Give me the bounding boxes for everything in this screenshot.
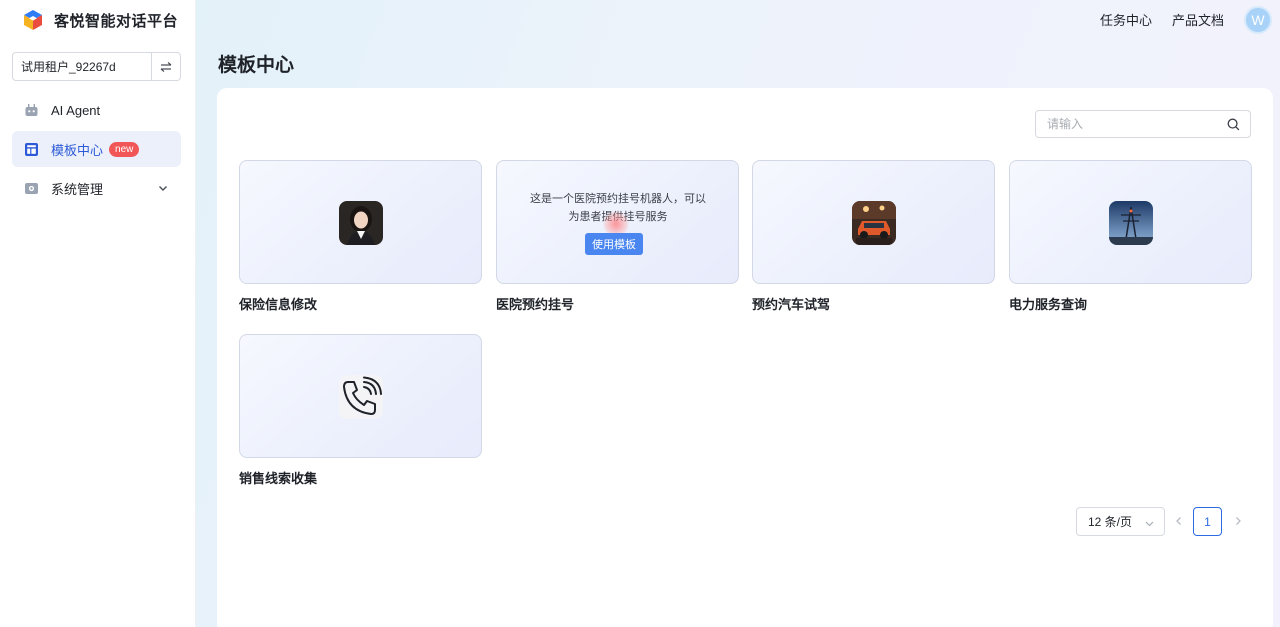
chevron-down-icon[interactable] [157,182,169,194]
template-label[interactable]: 预约汽车试驾 [752,294,830,313]
sidebar-item-label: 系统管理 [51,181,104,197]
template-grid-icon [24,142,39,157]
template-card-sales-leads[interactable] [239,334,482,458]
template-card-power-service[interactable] [1009,160,1252,284]
phone-call-icon [339,375,383,419]
sidebar-item-system-management[interactable]: 系统管理 [12,170,181,206]
sidebar-item-template-center[interactable]: 模板中心 new [12,131,181,167]
page-size-select[interactable]: 12 条/页 [1076,507,1165,536]
template-label[interactable]: 销售线索收集 [239,468,317,487]
next-page-icon[interactable] [1232,515,1244,527]
page-title: 模板中心 [218,55,295,76]
robot-icon [24,103,39,118]
template-card-hospital[interactable]: 这是一个医院预约挂号机器人，可以为患者提供挂号服务 使用模板 [496,160,739,284]
brand[interactable]: 客悦智能对话平台 [22,8,178,32]
search-box[interactable] [1035,110,1251,138]
sidebar-item-label: AI Agent [51,102,101,118]
search-icon[interactable] [1227,118,1240,131]
settings-icon [24,181,39,196]
prev-page-icon[interactable] [1173,515,1185,527]
app-title: 客悦智能对话平台 [54,12,179,30]
new-badge: new [109,141,140,157]
tenant-name: 试用租户_92267d [21,60,116,74]
page-size-value: 12 条/页 [1088,515,1133,529]
sidebar-item-ai-agent[interactable]: AI Agent [12,92,181,128]
page-number-current[interactable]: 1 [1193,507,1222,536]
orange-car-photo [852,201,896,245]
sidebar: 客悦智能对话平台 试用租户_92267d AI Agent 模板中心 new 系… [0,0,196,627]
template-card-car-test-drive[interactable] [752,160,995,284]
female-agent-avatar [339,201,383,245]
power-tower-photo [1109,201,1153,245]
brand-logo-icon [24,10,42,30]
sidebar-item-label: 模板中心 [51,142,104,158]
swap-icon[interactable] [151,53,180,80]
template-label[interactable]: 保险信息修改 [239,294,317,313]
template-label[interactable]: 医院预约挂号 [496,294,574,313]
use-template-button[interactable]: 使用模板 [585,233,643,255]
template-label[interactable]: 电力服务查询 [1009,294,1087,313]
chevron-down-icon [1145,521,1154,527]
search-input[interactable] [1036,111,1216,137]
product-docs-link[interactable]: 产品文档 [1172,10,1224,29]
tenant-selector[interactable]: 试用租户_92267d [12,52,181,81]
avatar[interactable]: W [1244,6,1272,34]
template-card-insurance[interactable] [239,160,482,284]
task-center-link[interactable]: 任务中心 [1100,10,1152,29]
